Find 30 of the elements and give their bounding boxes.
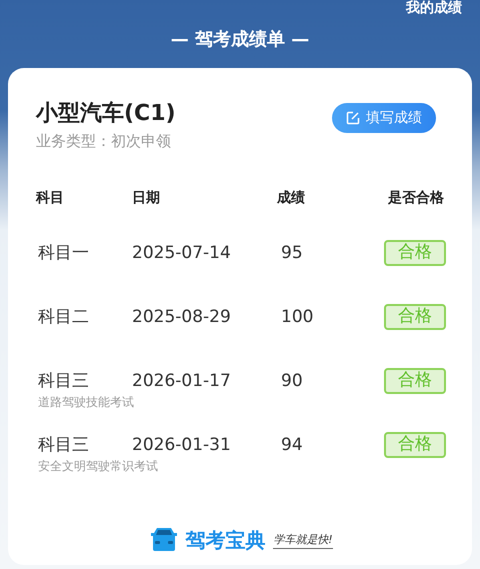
- score-cell-text: 95: [280, 243, 303, 263]
- result-badge: 合格: [384, 304, 446, 330]
- result-badge: 合格: [384, 368, 446, 394]
- subject-cell-text: 科目一: [38, 242, 90, 265]
- business-type: 业务类型：初次申领: [36, 131, 172, 152]
- license-type: 小型汽车(C1): [36, 100, 176, 128]
- fill-scores-button[interactable]: 填写成绩: [332, 103, 436, 133]
- date-cell: 2025-08-29: [132, 307, 231, 327]
- column-header: 日期: [132, 190, 160, 206]
- column-header: 科目: [36, 190, 64, 206]
- date-cell: 2026-01-17: [132, 371, 231, 391]
- column-header: 成绩: [277, 190, 305, 206]
- date-cell: 2026-01-31: [132, 435, 231, 455]
- exam-note: 安全文明驾驶常识考试: [38, 458, 158, 475]
- edit-icon: [346, 111, 360, 125]
- page-title: — 驾考成绩单 —: [170, 28, 310, 52]
- brand-name: 驾考宝典: [185, 527, 266, 553]
- slogan: 学车就是快!: [273, 532, 333, 548]
- subject-cell-text: 科目二: [38, 306, 90, 329]
- my-scores-link[interactable]: 我的成绩: [406, 0, 462, 16]
- score-cell-text: 90: [280, 371, 303, 391]
- result-badge: 合格: [384, 240, 446, 266]
- result-badge: 合格: [384, 432, 446, 458]
- exam-note: 道路驾驶技能考试: [38, 394, 134, 411]
- subject-cell-text: 科目三: [38, 434, 90, 457]
- subject-cell-text: 科目三: [38, 370, 90, 393]
- score-cell-text: 100: [280, 307, 314, 327]
- column-header: 是否合格: [388, 190, 444, 206]
- score-cell-text: 94: [280, 435, 303, 455]
- date-cell: 2025-07-14: [132, 243, 231, 263]
